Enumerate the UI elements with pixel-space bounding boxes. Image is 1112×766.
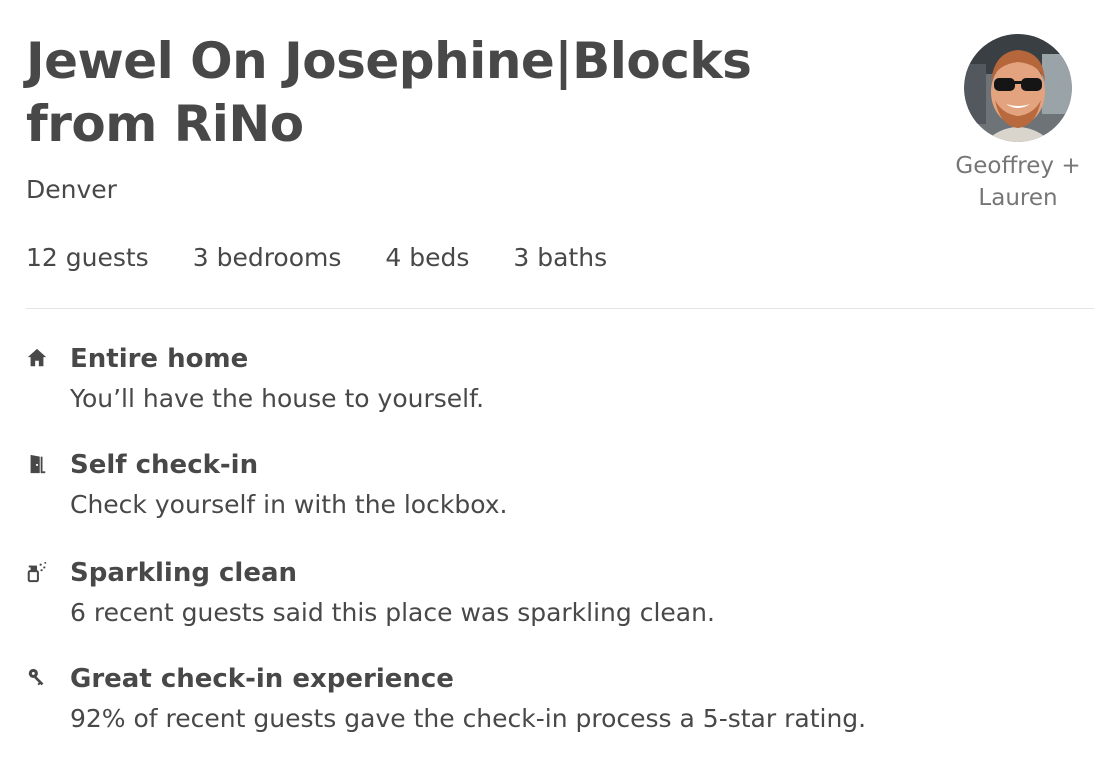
- listing-title: Jewel On Josephine|Blocks from RiNo: [26, 32, 752, 153]
- host-name[interactable]: Geoffrey + Lauren: [944, 150, 1092, 214]
- key-icon: [28, 668, 44, 686]
- highlight-title: Great check-in experience: [70, 664, 454, 694]
- highlight-description: You’ll have the house to yourself.: [70, 384, 485, 413]
- listing-stats: 12 guests 3 bedrooms 4 beds 3 baths: [26, 240, 651, 276]
- listing-page: Jewel On Josephine|Blocks from RiNo Denv…: [0, 0, 1112, 766]
- listing-location[interactable]: Denver: [26, 172, 117, 208]
- guest-count: 12 guests: [26, 243, 149, 272]
- highlight-description: 6 recent guests said this place was spar…: [70, 598, 715, 627]
- host-profile[interactable]: Geoffrey + Lauren: [944, 34, 1092, 214]
- highlight-title: Self check-in: [70, 450, 259, 480]
- bed-count: 4 beds: [385, 243, 470, 272]
- door-icon: [30, 454, 46, 474]
- highlight-title: Entire home: [70, 344, 249, 374]
- home-icon: [27, 348, 47, 367]
- host-avatar[interactable]: [964, 34, 1072, 142]
- bath-count: 3 baths: [513, 243, 608, 272]
- highlight-description: 92% of recent guests gave the check-in p…: [70, 704, 867, 733]
- bedroom-count: 3 bedrooms: [192, 243, 342, 272]
- section-divider: [26, 308, 1094, 309]
- spray-bottle-icon: [27, 561, 47, 583]
- highlight-title: Sparkling clean: [70, 558, 298, 588]
- highlight-description: Check yourself in with the lockbox.: [70, 490, 508, 519]
